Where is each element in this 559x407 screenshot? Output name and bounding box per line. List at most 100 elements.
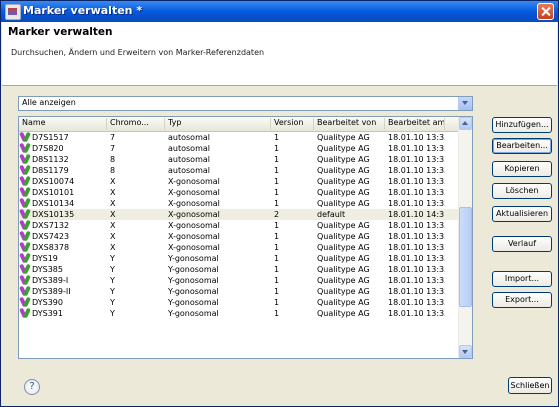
- cell-version: 2: [274, 210, 280, 219]
- chevron-down-icon[interactable]: [458, 97, 472, 110]
- cell-edited-by: default: [317, 210, 346, 219]
- cell-name: DXS10074: [32, 177, 75, 186]
- cell-edited-on: 18.01.10 13:33: [388, 287, 445, 296]
- app-icon: [5, 4, 21, 20]
- cell-chromo: X: [110, 199, 116, 208]
- column-header-name[interactable]: Name: [19, 118, 107, 130]
- cell-edited-on: 18.01.10 13:33: [388, 309, 445, 318]
- cell-name: DYS389-II: [32, 287, 71, 296]
- cell-edited-on: 18.01.10 13:33: [388, 133, 445, 142]
- cell-edited-on: 18.01.10 14:31: [388, 210, 445, 219]
- filter-dropdown[interactable]: Alle anzeigen: [18, 96, 473, 111]
- table-header: Name Chromo... Typ Version Bearbeitet vo…: [19, 117, 459, 132]
- cell-chromo: 7: [110, 133, 116, 142]
- cell-version: 1: [274, 188, 280, 197]
- cell-edited-by: Qualitype AG: [317, 287, 370, 296]
- cell-typ: X-gonosomal: [168, 177, 220, 186]
- copy-button[interactable]: Kopieren: [492, 161, 552, 177]
- cell-typ: X-gonosomal: [168, 221, 220, 230]
- delete-button[interactable]: Löschen: [492, 183, 552, 199]
- cell-edited-on: 18.01.10 13:33: [388, 221, 445, 230]
- import-button[interactable]: Import...: [492, 271, 552, 287]
- cell-edited-on: 18.01.10 13:33: [388, 199, 445, 208]
- cell-typ: Y-gonosomal: [168, 276, 219, 285]
- cell-name: D7S820: [32, 144, 64, 153]
- cell-typ: X-gonosomal: [168, 243, 220, 252]
- history-button[interactable]: Verlauf: [492, 236, 552, 252]
- cell-chromo: X: [110, 210, 116, 219]
- column-header-chromo[interactable]: Chromo...: [107, 118, 165, 130]
- column-header-version[interactable]: Version: [271, 118, 314, 130]
- cell-name: DXS7423: [32, 232, 70, 241]
- column-header-edited-on[interactable]: Bearbeitet am: [385, 118, 445, 130]
- table-row[interactable]: DXS10134 X X-gonosomal 1 Qualitype AG 18.01.1…: [19, 198, 459, 209]
- edit-button[interactable]: Bearbeiten...: [492, 138, 552, 154]
- close-button[interactable]: Schließen: [508, 377, 552, 394]
- cell-name: DXS8378: [32, 243, 70, 252]
- header-description: Durchsuchen, Ändern und Erweitern von Ma…: [11, 48, 265, 57]
- cell-typ: autosomal: [168, 155, 210, 164]
- table-row[interactable]: DYS19 Y Y-gonosomal 1 Qualitype AG 18.01.10 1…: [19, 253, 459, 264]
- cell-chromo: X: [110, 188, 116, 197]
- cell-typ: Y-gonosomal: [168, 309, 219, 318]
- cell-edited-by: Qualitype AG: [317, 155, 370, 164]
- cell-typ: autosomal: [168, 133, 210, 142]
- cell-typ: Y-gonosomal: [168, 254, 219, 263]
- cell-name: DXS10134: [32, 199, 75, 208]
- table-row[interactable]: D8S1179 8 autosomal 1 Qualitype AG 18.01.10 1…: [19, 165, 459, 176]
- table-row[interactable]: DXS10135 X X-gonosomal 2 default 18.01.10 14:…: [19, 209, 459, 220]
- table-row[interactable]: DXS7423 X X-gonosomal 1 Qualitype AG 18.01.10…: [19, 231, 459, 242]
- table-row[interactable]: DYS390 Y Y-gonosomal 1 Qualitype AG 18.01.10 …: [19, 297, 459, 308]
- cell-edited-on: 18.01.10 13:33: [388, 254, 445, 263]
- table-row[interactable]: DYS391 Y Y-gonosomal 1 Qualitype AG 18.01.10 …: [19, 308, 459, 319]
- table-row[interactable]: DXS10101 X X-gonosomal 1 Qualitype AG 18.01.1…: [19, 187, 459, 198]
- cell-chromo: 7: [110, 144, 116, 153]
- cell-chromo: X: [110, 221, 116, 230]
- column-header-edited-by[interactable]: Bearbeitet von: [314, 118, 385, 130]
- scroll-down-icon[interactable]: [459, 345, 472, 358]
- table-row[interactable]: DXS8378 X X-gonosomal 1 Qualitype AG 18.01.10…: [19, 242, 459, 253]
- cell-edited-on: 18.01.10 13:33: [388, 298, 445, 307]
- cell-version: 1: [274, 144, 280, 153]
- column-header-typ[interactable]: Typ: [165, 118, 271, 130]
- cell-version: 1: [274, 265, 280, 274]
- cell-name: D8S1179: [32, 166, 69, 175]
- table-row[interactable]: DYS385 Y Y-gonosomal 1 Qualitype AG 18.01.10 …: [19, 264, 459, 275]
- cell-edited-by: Qualitype AG: [317, 243, 370, 252]
- cell-edited-by: Qualitype AG: [317, 144, 370, 153]
- table-row[interactable]: DYS389-I Y Y-gonosomal 1 Qualitype AG 18.01.1…: [19, 275, 459, 286]
- table-row[interactable]: D8S1132 8 autosomal 1 Qualitype AG 18.01.10 1…: [19, 154, 459, 165]
- table-row[interactable]: DYS389-II Y Y-gonosomal 1 Qualitype AG 18.01.…: [19, 286, 459, 297]
- cell-edited-on: 18.01.10 13:33: [388, 265, 445, 274]
- export-button[interactable]: Export...: [492, 292, 552, 308]
- cell-edited-by: Qualitype AG: [317, 254, 370, 263]
- cell-typ: Y-gonosomal: [168, 287, 219, 296]
- cell-edited-by: Qualitype AG: [317, 298, 370, 307]
- cell-name: DYS390: [32, 298, 63, 307]
- dialog-window: Marker verwalten * Marker verwalten Durc…: [0, 0, 559, 407]
- cell-name: DXS7132: [32, 221, 70, 230]
- cell-name: DXS10101: [32, 188, 75, 197]
- scroll-up-icon[interactable]: [459, 117, 472, 130]
- table-row[interactable]: DXS10074 X X-gonosomal 1 Qualitype AG 18.01.1…: [19, 176, 459, 187]
- cell-chromo: X: [110, 177, 116, 186]
- scroll-thumb[interactable]: [459, 207, 472, 307]
- cell-name: DXS10135: [32, 210, 75, 219]
- cell-edited-by: Qualitype AG: [317, 133, 370, 142]
- table-row[interactable]: D7S1517 7 autosomal 1 Qualitype AG 18.01.10 1…: [19, 132, 459, 143]
- table-row[interactable]: D7S820 7 autosomal 1 Qualitype AG 18.01.10 13…: [19, 143, 459, 154]
- cell-edited-by: Qualitype AG: [317, 232, 370, 241]
- cell-edited-by: Qualitype AG: [317, 309, 370, 318]
- vertical-scrollbar[interactable]: [458, 117, 472, 358]
- refresh-button[interactable]: Aktualisieren: [492, 206, 552, 222]
- help-icon[interactable]: ?: [24, 379, 40, 395]
- cell-typ: X-gonosomal: [168, 188, 220, 197]
- cell-edited-on: 18.01.10 13:33: [388, 243, 445, 252]
- cell-edited-on: 18.01.10 13:33: [388, 188, 445, 197]
- cell-edited-by: Qualitype AG: [317, 177, 370, 186]
- cell-version: 1: [274, 166, 280, 175]
- add-button[interactable]: Hinzufügen...: [492, 117, 552, 133]
- table-row[interactable]: DXS7132 X X-gonosomal 1 Qualitype AG 18.01.10…: [19, 220, 459, 231]
- window-close-button[interactable]: [537, 3, 554, 20]
- filter-selected-value: Alle anzeigen: [22, 98, 76, 107]
